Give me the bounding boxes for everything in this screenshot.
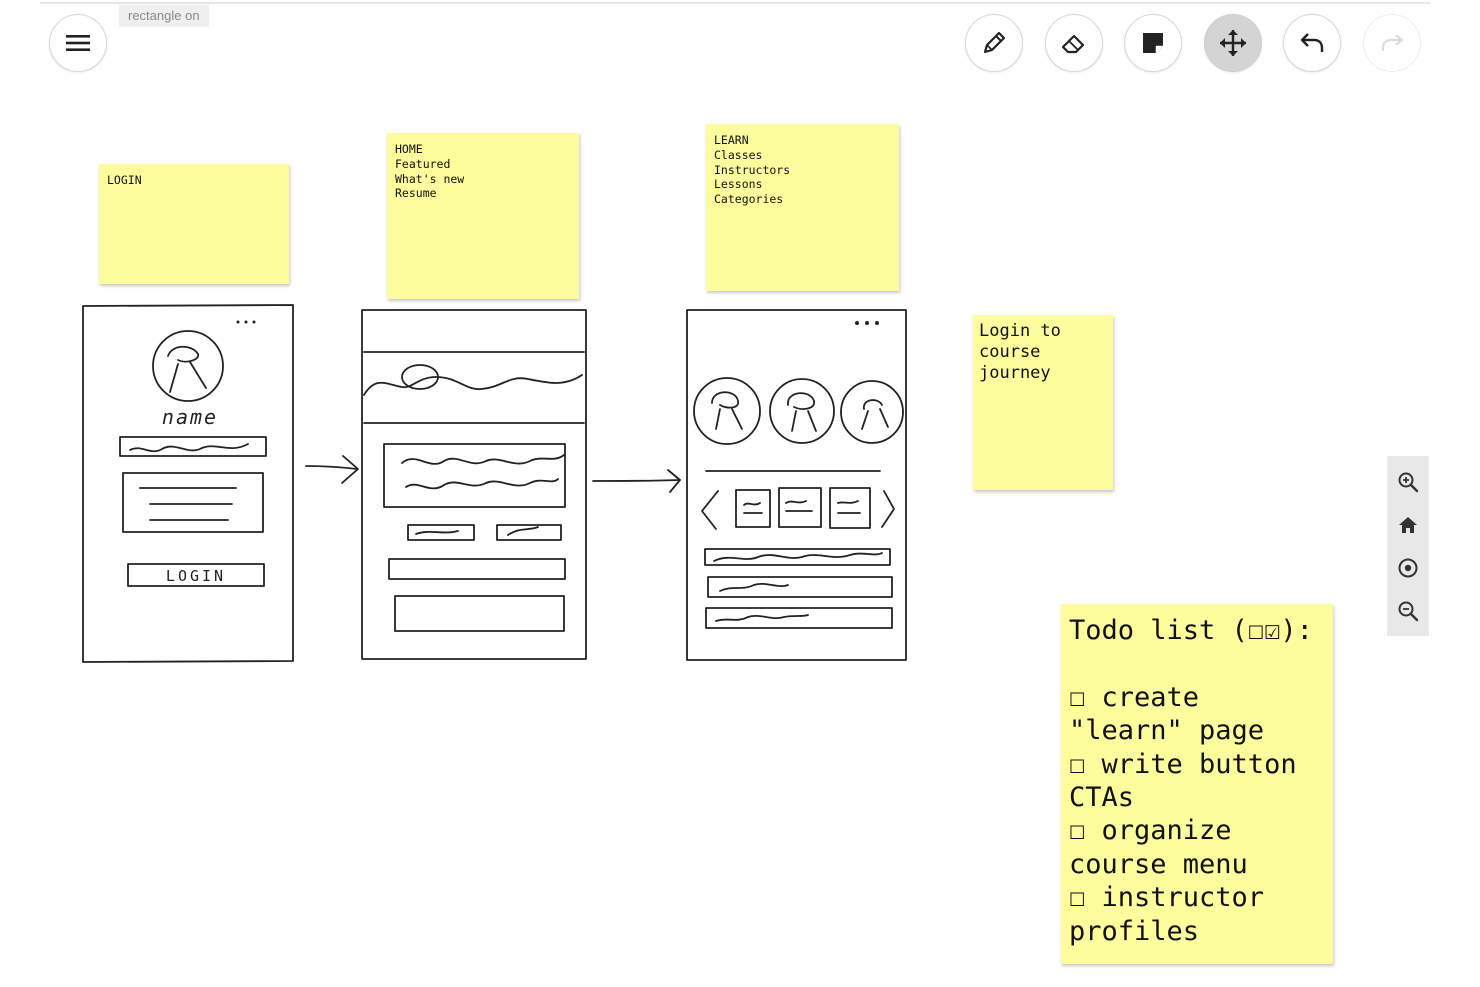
- hamburger-menu-icon: [66, 35, 90, 51]
- move-arrows-icon: [1220, 30, 1246, 56]
- home-icon: [1399, 516, 1417, 533]
- eraser-icon: [1061, 34, 1085, 54]
- sticky-note-learn[interactable]: LEARN Classes Instructors Lessons Catego…: [706, 124, 899, 291]
- undo-button[interactable]: [1283, 14, 1341, 72]
- home-wireframe-sketch[interactable]: [358, 305, 592, 667]
- menu-button[interactable]: [49, 14, 107, 72]
- login-wireframe-sketch[interactable]: name LOGIN: [80, 300, 300, 670]
- zoom-in-button[interactable]: [1393, 467, 1423, 497]
- zoom-home-button[interactable]: [1393, 510, 1423, 540]
- sticky-note-home[interactable]: HOME Featured What's new Resume: [387, 133, 579, 299]
- center-view-button[interactable]: [1393, 553, 1423, 583]
- sticky-note-tool-button[interactable]: [1124, 14, 1182, 72]
- login-button-label: LOGIN: [166, 567, 226, 585]
- zoom-in-icon: [1398, 472, 1419, 492]
- redo-button[interactable]: [1363, 14, 1421, 72]
- zoom-controls-panel: [1387, 456, 1429, 636]
- login-name-label: name: [162, 405, 218, 429]
- pen-tool-button[interactable]: [965, 14, 1023, 72]
- eraser-tool-button[interactable]: [1045, 14, 1103, 72]
- flow-arrow-1: [305, 455, 359, 484]
- tool-tooltip: rectangle on: [119, 5, 209, 27]
- move-tool-button[interactable]: [1204, 14, 1262, 72]
- zoom-out-button[interactable]: [1393, 596, 1423, 626]
- sticky-note-login[interactable]: LOGIN: [99, 164, 289, 284]
- sticky-note-journey[interactable]: Login to course journey: [973, 315, 1113, 490]
- sticky-note-icon: [1143, 33, 1163, 53]
- sticky-note-todo-list[interactable]: Todo list (☐☑): ☐ create "learn" page ☐ …: [1061, 604, 1333, 964]
- undo-icon: [1300, 33, 1324, 52]
- center-target-icon: [1398, 558, 1418, 577]
- zoom-out-icon: [1398, 601, 1419, 621]
- redo-icon: [1381, 34, 1404, 51]
- canvas-top-border: [40, 2, 1430, 4]
- learn-wireframe-sketch[interactable]: [682, 305, 912, 667]
- flow-arrow-2: [592, 469, 681, 493]
- pencil-icon: [983, 31, 1006, 54]
